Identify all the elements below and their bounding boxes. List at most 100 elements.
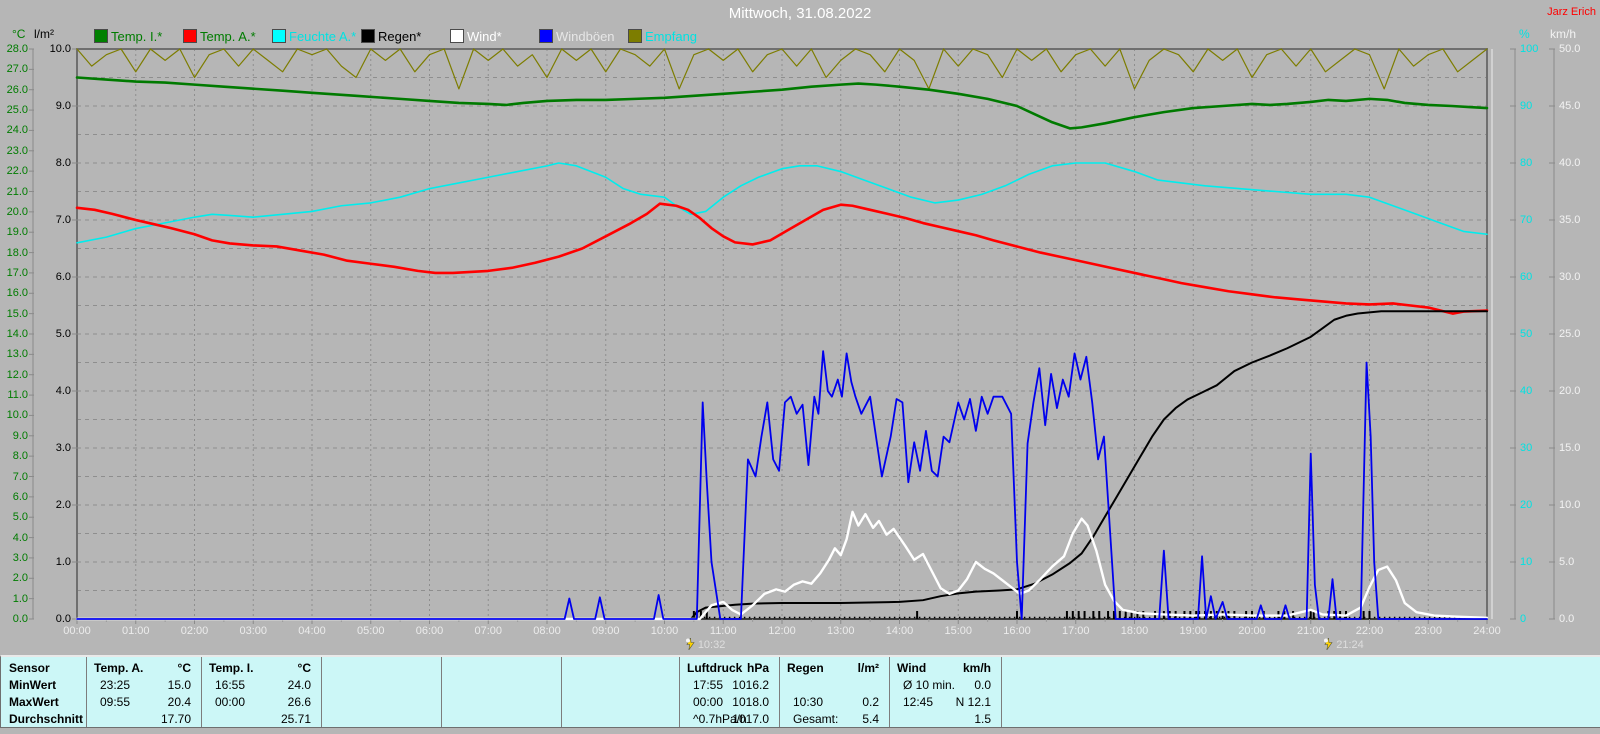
- x-axis-tick-label: 22:00: [1355, 625, 1384, 637]
- y-axis-tick-label: 6.0: [12, 490, 28, 503]
- y-axis-tick-label: 0.0: [1559, 613, 1575, 625]
- y-axis-tick-label: 7.0: [55, 214, 71, 226]
- table-cell-value: 15.0: [167, 678, 191, 692]
- y-axis-tick-label: 21.0: [6, 185, 28, 198]
- table-row-label: MaxWert: [9, 695, 59, 709]
- table-cell-value: 25.71: [280, 712, 311, 726]
- event-marker-icon: [685, 637, 695, 651]
- y-axis-tick-label: 0.0: [12, 613, 28, 625]
- x-axis-tick-label: 19:00: [1179, 625, 1208, 637]
- table-column-separator: [1001, 657, 1002, 727]
- table-cell-value: 1018.0: [732, 695, 769, 709]
- table-column-unit: °C: [177, 661, 191, 675]
- y-axis-tick-label: 9.0: [55, 100, 71, 112]
- y-axis-tick-label: 3.0: [55, 442, 71, 454]
- x-axis-tick-label: 23:00: [1414, 625, 1443, 637]
- time-marker: 21:24: [1323, 637, 1364, 651]
- time-marker: 10:32: [685, 637, 726, 651]
- y-axis-tick-label: 20: [1520, 499, 1533, 511]
- x-axis-tick-label: 12:00: [768, 625, 796, 637]
- y-axis-tick-label: 15.0: [6, 307, 28, 320]
- y-axis-tick-label: 25.0: [1559, 328, 1581, 340]
- y-axis-tick-label: 0: [1520, 613, 1527, 625]
- table-column-unit: °C: [297, 661, 311, 675]
- table-column-unit: hPa: [746, 661, 769, 675]
- table-cell-value: N 12.1: [955, 695, 991, 709]
- y-axis-tick-label: 4.0: [55, 385, 71, 397]
- y-axis-tick-label: 25.0: [6, 104, 28, 117]
- table-cell-value: 26.6: [287, 695, 311, 709]
- y-axis-tick-label: 1.0: [12, 592, 28, 605]
- y-axis-tick-label: 100: [1520, 43, 1539, 55]
- y-axis-tick-label: 45.0: [1559, 100, 1581, 112]
- y-axis-tick-label: 40.0: [1559, 157, 1581, 169]
- y-axis-tick-label: 24.0: [6, 124, 28, 137]
- table-column-unit: l/m²: [857, 661, 879, 675]
- y-axis-tick-label: 30.0: [1559, 271, 1581, 283]
- table-cell-value: 1017.0: [732, 712, 769, 726]
- x-axis-tick-label: 17:00: [1061, 625, 1090, 637]
- x-axis-tick-label: 09:00: [591, 625, 620, 637]
- x-axis-tick-label: 10:00: [650, 625, 679, 637]
- y-axis-tick-label: 18.0: [6, 246, 28, 259]
- y-axis-tick-label: 70: [1520, 214, 1533, 226]
- y-axis-tick-label: 27.0: [6, 63, 28, 76]
- x-axis-tick-label: 11:00: [709, 625, 737, 637]
- table-column-unit: km/h: [962, 661, 991, 675]
- y-axis-tick-label: 2.0: [12, 572, 28, 585]
- table-row-label: Durchschnitt: [9, 712, 84, 726]
- y-axis-tick-label: 30: [1520, 442, 1533, 454]
- y-axis-tick-label: 35.0: [1559, 214, 1581, 226]
- y-axis-tick-label: 14.0: [6, 328, 28, 340]
- weather-station-screen: Mittwoch, 31.08.2022 Jarz Erich °C l/m² …: [0, 0, 1600, 734]
- y-axis-tick-label: 10: [1520, 556, 1533, 568]
- table-cell-value: 1.5: [974, 712, 991, 726]
- y-axis-tick-label: 13.0: [6, 348, 28, 361]
- table-header-sensor: Sensor: [9, 661, 50, 675]
- x-axis-tick-label: 08:00: [533, 625, 561, 637]
- x-axis-tick-label: 04:00: [298, 625, 326, 637]
- y-axis-tick-label: 5.0: [12, 511, 28, 524]
- x-axis-tick-label: 15:00: [944, 625, 973, 637]
- time-marker-label: 10:32: [697, 639, 726, 651]
- y-axis-tick-label: 10.0: [49, 43, 71, 55]
- table-row-label: MinWert: [9, 678, 57, 692]
- grid-layer: [77, 49, 1487, 619]
- y-axis-tick-label: 2.0: [55, 499, 71, 511]
- table-column-separator: [561, 657, 562, 727]
- y-axis-tick-label: 12.0: [6, 368, 28, 381]
- x-axis-tick-label: 07:00: [474, 625, 503, 637]
- time-marker-label: 21:24: [1336, 639, 1364, 651]
- y-axis-tick-label: 6.0: [55, 271, 71, 283]
- axis-layer: [29, 48, 1555, 624]
- x-axis-tick-label: 18:00: [1120, 625, 1149, 637]
- x-axis-tick-label: 14:00: [885, 625, 914, 637]
- x-axis-tick-label: 02:00: [180, 625, 209, 637]
- table-cell-value: 0.0: [974, 678, 991, 692]
- table-cell-value: 1016.2: [732, 678, 769, 692]
- y-axis-tick-label: 5.0: [55, 328, 71, 340]
- event-marker-icon: [1324, 637, 1333, 651]
- y-axis-tick-label: 10.0: [6, 409, 28, 422]
- y-axis-tick-label: 15.0: [1559, 442, 1581, 454]
- y-axis-tick-label: 4.0: [12, 531, 28, 544]
- y-axis-tick-label: 60: [1520, 271, 1533, 283]
- y-axis-tick-label: 22.0: [6, 165, 28, 178]
- chart-canvas: [29, 48, 1555, 624]
- y-axis-tick-label: 1.0: [55, 556, 71, 568]
- y-axis-tick-label: 8.0: [55, 157, 71, 169]
- table-column-separator: [321, 657, 322, 727]
- y-axis-tick-label: 9.0: [12, 429, 28, 442]
- x-axis-tick-label: 21:00: [1296, 625, 1325, 637]
- y-axis-tick-label: 11.0: [7, 389, 28, 402]
- y-axis-tick-label: 26.0: [6, 83, 28, 96]
- y-axis-tick-label: 50: [1520, 328, 1533, 340]
- x-axis-tick-label: 00:00: [63, 625, 91, 637]
- y-axis-tick-label: 23.0: [6, 144, 28, 157]
- y-axis-tick-label: 7.0: [12, 470, 28, 483]
- y-axis-tick-label: 50.0: [1559, 43, 1581, 55]
- x-axis-tick-label: 03:00: [239, 625, 268, 637]
- x-axis-tick-label: 24:00: [1473, 625, 1501, 637]
- y-axis-tick-label: 5.0: [1559, 556, 1575, 568]
- y-axis-tick-label: 28.0: [6, 43, 28, 55]
